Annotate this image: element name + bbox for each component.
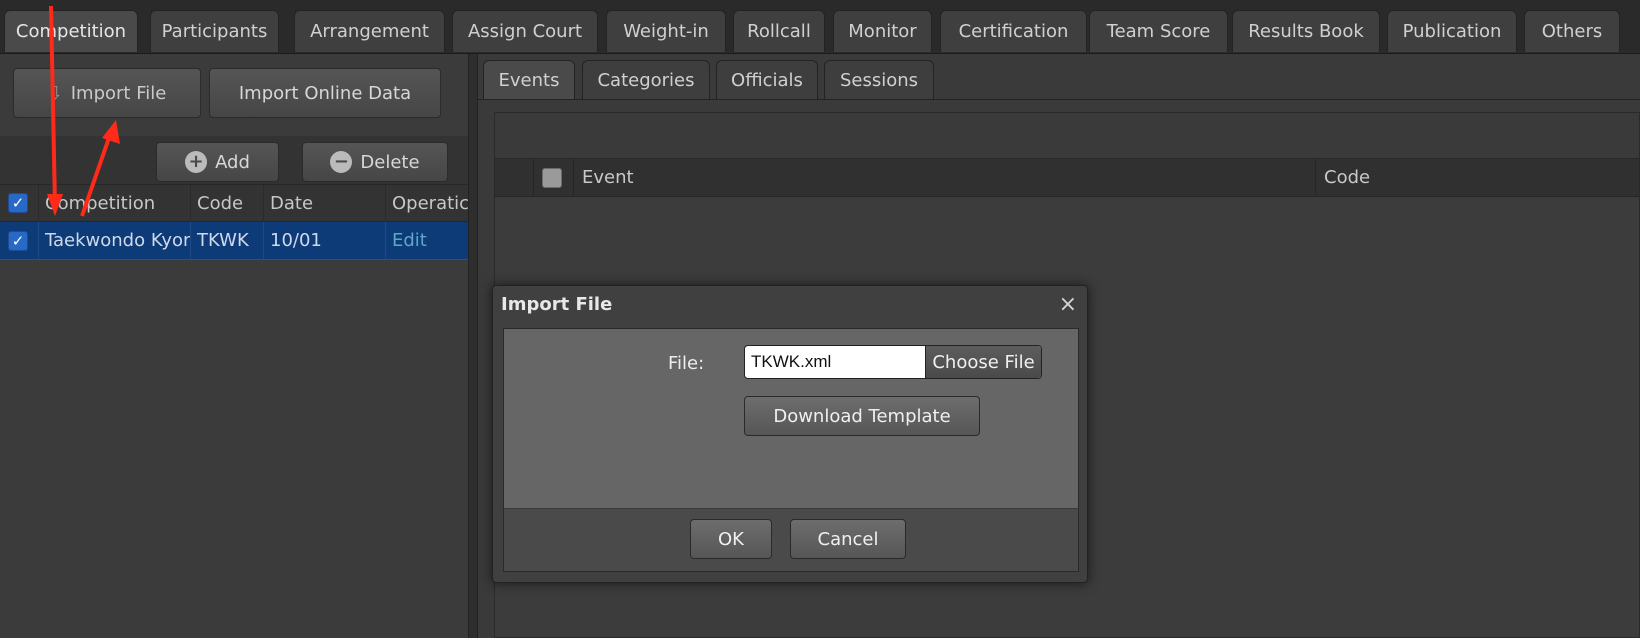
tab-events[interactable]: Events [483,60,575,100]
tab-certification[interactable]: Certification [940,10,1087,52]
file-name: TKWK.xml [751,352,832,371]
dialog-body: File: TKWK.xml Choose File Download Temp… [503,328,1079,508]
row-number-column [495,159,533,196]
cell-code: TKWK [190,222,263,259]
tab-weight-in[interactable]: Weight-in [606,10,726,52]
close-icon[interactable]: × [1059,292,1077,317]
competition-panel: ⇩ Import File Import Online Data + Add −… [0,54,468,638]
add-button[interactable]: + Add [156,142,279,182]
events-toolbar [495,113,1639,159]
dialog-title: Import File [501,294,613,315]
file-input[interactable]: TKWK.xml Choose File [744,345,1042,379]
tab-monitor[interactable]: Monitor [833,10,932,52]
tab-participants[interactable]: Participants [150,10,279,52]
competition-grid-header: ✓ Competition Code Date Operatic [0,184,468,222]
column-code[interactable]: Code [1315,159,1640,196]
delete-button[interactable]: − Delete [302,142,448,182]
cancel-button[interactable]: Cancel [790,519,906,559]
events-grid-header: Event Code [495,159,1639,197]
tab-divider [478,99,1640,100]
tab-categories[interactable]: Categories [582,60,710,100]
grid-toolbar: + Add − Delete [0,136,468,186]
cell-date: 10/01 [263,222,385,259]
row-select-cell: ✓ [0,222,38,259]
tab-team-score[interactable]: Team Score [1089,10,1228,52]
import-icon: ⇩ [47,82,63,104]
import-online-data-button[interactable]: Import Online Data [209,68,441,118]
tab-assign-court[interactable]: Assign Court [452,10,598,52]
column-competition[interactable]: Competition [38,185,190,221]
panel-splitter[interactable] [468,54,478,638]
ok-button[interactable]: OK [690,519,772,559]
tab-competition[interactable]: Competition [4,10,138,52]
download-template-button[interactable]: Download Template [744,396,980,436]
import-file-button[interactable]: ⇩ Import File [13,68,201,118]
import-file-dialog: Import File × File: TKWK.xml Choose File… [492,285,1088,583]
tab-arrangement[interactable]: Arrangement [294,10,445,52]
tab-others[interactable]: Others [1524,10,1620,52]
tab-results-book[interactable]: Results Book [1232,10,1380,52]
plus-circle-icon: + [185,151,208,173]
tab-officials[interactable]: Officials [716,60,818,100]
dialog-footer: OK Cancel [503,508,1079,572]
minus-circle-icon: − [330,151,353,173]
choose-file-button[interactable]: Choose File [925,346,1041,378]
row-checkbox[interactable]: ✓ [8,230,28,251]
column-operation[interactable]: Operatic [385,185,468,221]
select-all-cell: ✓ [0,185,38,221]
tab-sessions[interactable]: Sessions [824,60,934,100]
select-all-checkbox[interactable] [542,167,562,188]
tab-publication[interactable]: Publication [1387,10,1517,52]
table-row[interactable]: ✓ Taekwondo Kyor TKWK 10/01 Edit [0,222,468,260]
column-code[interactable]: Code [190,185,263,221]
select-all-checkbox[interactable]: ✓ [8,193,28,213]
edit-link[interactable]: Edit [385,222,468,259]
file-label: File: [668,353,705,374]
column-date[interactable]: Date [263,185,385,221]
select-all-cell [533,159,573,196]
cell-competition: Taekwondo Kyor [38,222,190,259]
column-event[interactable]: Event [573,159,1315,196]
tab-rollcall[interactable]: Rollcall [733,10,825,52]
top-tab-bar: Competition Participants Arrangement Ass… [0,0,1640,54]
